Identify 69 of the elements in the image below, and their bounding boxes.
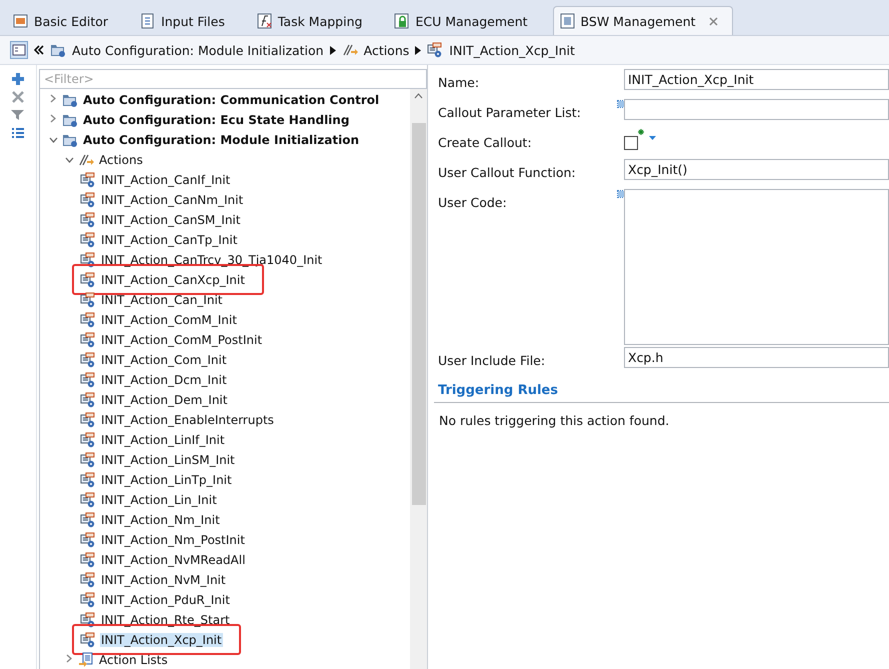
section-title: Triggering Rules (437, 382, 559, 400)
document-icon (140, 13, 156, 29)
lock-icon (394, 13, 410, 29)
input-field[interactable] (624, 99, 889, 120)
field-label: User Include File: (437, 352, 546, 368)
filter-icon[interactable] (11, 109, 25, 121)
input-field[interactable]: Xcp_Init() (624, 159, 889, 180)
tree-item[interactable]: INIT_Action_Nm_PostInit (100, 533, 246, 547)
tree-item[interactable]: INIT_Action_LinSM_Init (100, 453, 236, 467)
breadcrumb-link[interactable]: Actions (364, 42, 410, 58)
tree-item[interactable]: INIT_Action_Nm_Init (100, 513, 221, 527)
field-label: Callout Parameter List: (437, 104, 582, 120)
add-icon[interactable] (12, 73, 24, 85)
message-text: No rules triggering this action found. (438, 412, 670, 428)
delete-icon[interactable] (12, 91, 24, 103)
text-area[interactable] (624, 189, 889, 345)
tree-item[interactable]: INIT_Action_LinTp_Init (100, 473, 233, 487)
tree-item[interactable]: INIT_Action_Dcm_Init (100, 373, 228, 387)
tree-item[interactable]: INIT_Action_ComM_PostInit (100, 333, 264, 347)
tree-item[interactable]: INIT_Action_Lin_Init (100, 493, 218, 507)
breadcrumb-link[interactable]: Auto Configuration: Module Initialization (72, 42, 324, 58)
breadcrumb-link[interactable]: INIT_Action_Xcp_Init (449, 42, 575, 58)
tree-item[interactable]: INIT_Action_EnableInterrupts (100, 413, 275, 427)
tree-item[interactable]: INIT_Action_ComM_Init (100, 313, 238, 327)
filter-field[interactable]: <Filter> (39, 69, 427, 89)
tree-item[interactable]: Actions (98, 153, 144, 167)
checkbox[interactable] (624, 136, 638, 150)
lightning-arrow-icon (342, 42, 358, 58)
separator-icon (415, 46, 422, 54)
tree-item[interactable]: INIT_Action_Com_Init (100, 353, 228, 367)
field-label: User Code: (437, 194, 508, 210)
tab[interactable]: Input Files (133, 6, 240, 35)
tree-item[interactable]: Auto Configuration: Module Initialization (82, 133, 360, 147)
tab[interactable]: Basic Editor (6, 6, 124, 35)
tab[interactable]: Task Mapping (250, 6, 378, 35)
tree-item[interactable]: INIT_Action_Dem_Init (100, 393, 228, 407)
tree-item[interactable]: INIT_Action_Can_Init (100, 293, 224, 307)
tree-item[interactable]: INIT_Action_CanXcp_Init (100, 273, 246, 287)
input-field[interactable]: INIT_Action_Xcp_Init (624, 69, 889, 90)
double-chevron-icon[interactable] (34, 45, 44, 55)
separator-icon (330, 46, 336, 54)
field-label: User Callout Function: (437, 164, 577, 180)
lightning-arrow-icon (78, 152, 94, 168)
tree-item[interactable]: INIT_Action_Xcp_Init (100, 633, 223, 647)
input-field[interactable]: Xcp.h (624, 347, 889, 368)
tree-item[interactable]: INIT_Action_Rte_Start (100, 613, 231, 627)
tree-item[interactable]: INIT_Action_NvMReadAll (100, 553, 246, 567)
tree-item[interactable]: INIT_Action_CanTp_Init (100, 233, 238, 247)
tree-item[interactable]: INIT_Action_CanTrcv_30_Tja1040_Init (100, 253, 324, 267)
tree-item[interactable]: INIT_Action_CanIf_Init (100, 173, 232, 187)
tree-item[interactable]: Auto Configuration: Communication Control (82, 93, 380, 107)
tree-item[interactable]: INIT_Action_LinIf_Init (100, 433, 226, 447)
function-icon (256, 13, 273, 29)
tree-item[interactable]: INIT_Action_CanNm_Init (100, 193, 244, 207)
panel-toggle-icon[interactable] (10, 41, 28, 59)
tree-item[interactable]: Action Lists (98, 653, 169, 667)
close-icon[interactable] (708, 16, 718, 26)
tree-item[interactable]: INIT_Action_PduR_Init (100, 593, 231, 607)
field-label: Name: (437, 74, 480, 90)
tab[interactable]: BSW Management (552, 6, 733, 35)
scrollbar[interactable] (410, 89, 427, 669)
tab[interactable]: ECU Management (387, 6, 543, 35)
tree-item[interactable]: INIT_Action_NvM_Init (100, 573, 227, 587)
list-icon[interactable] (12, 127, 24, 139)
module-icon (560, 13, 576, 29)
tree-item[interactable]: INIT_Action_CanSM_Init (100, 213, 242, 227)
field-label: Create Callout: (437, 134, 533, 150)
list-arrow-icon (78, 652, 94, 668)
tree-item[interactable]: Auto Configuration: Ecu State Handling (82, 113, 350, 127)
